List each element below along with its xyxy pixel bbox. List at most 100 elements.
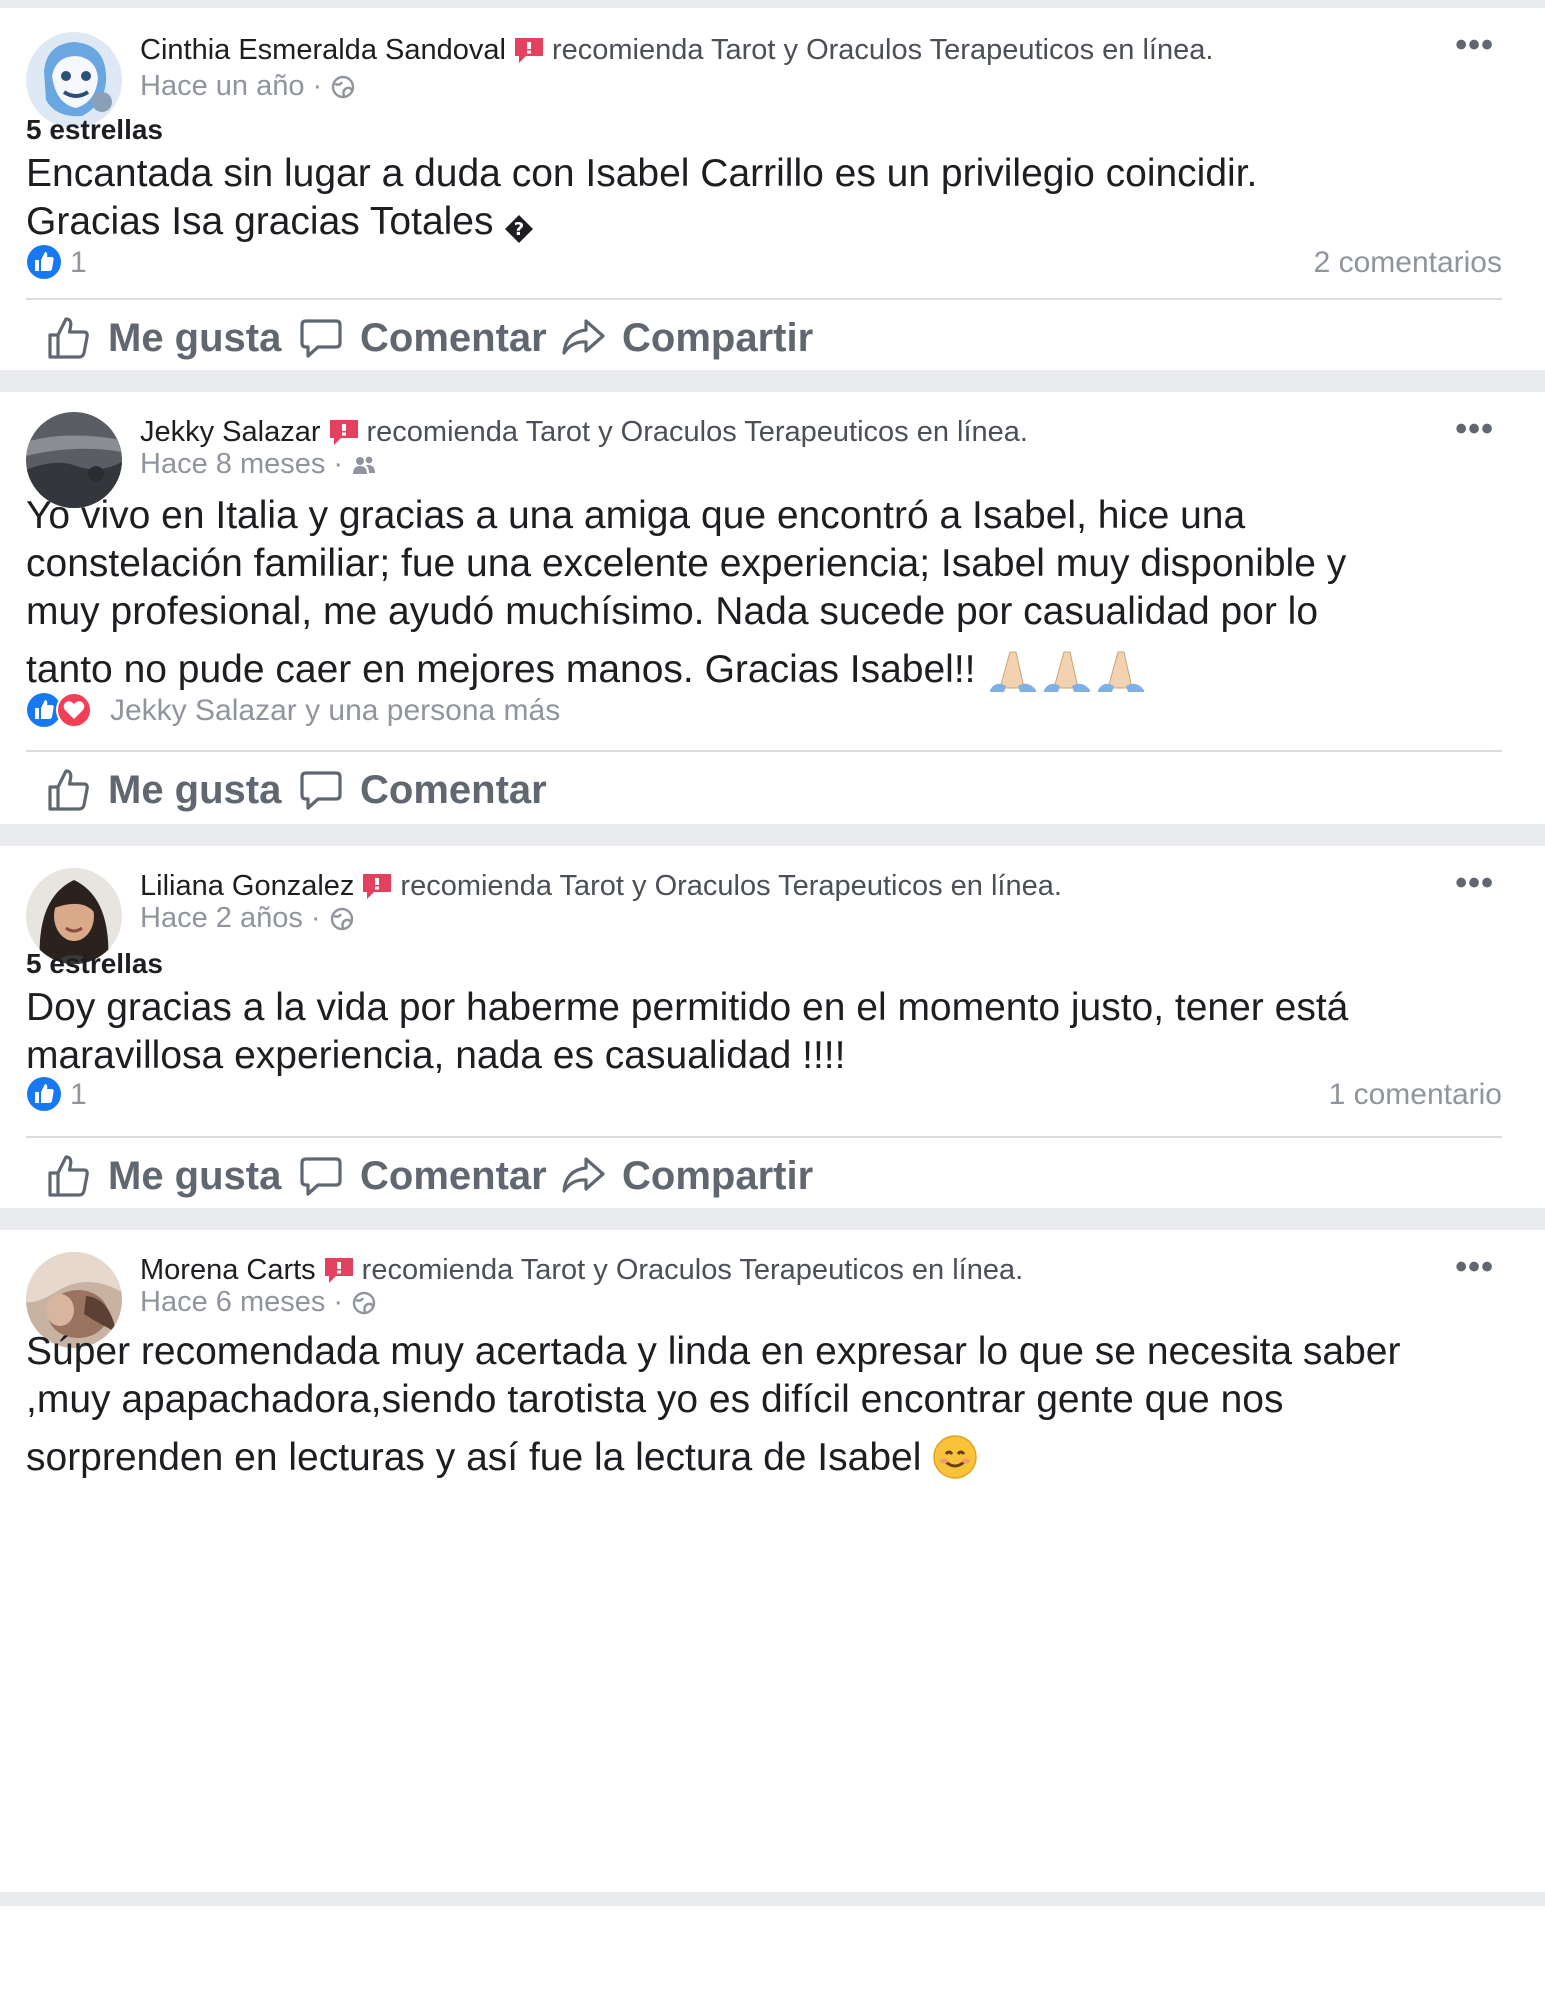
post-meta: Hace 8 meses · (140, 448, 377, 481)
post-header: Morena Carts recomienda Tarot y Oraculos … (140, 1254, 1023, 1287)
post-time[interactable]: Hace un año · (140, 70, 322, 102)
post-text-line: Doy gracias a la vida por haberme permit… (26, 986, 1349, 1029)
recommendation-text[interactable]: recomienda Tarot y Oraculos Terapeuticos… (400, 870, 1061, 902)
reaction-count: 1 (70, 1078, 87, 1111)
more-options-icon[interactable]: ••• (1455, 26, 1494, 65)
share-button[interactable]: Compartir (560, 1146, 813, 1206)
recommend-icon (363, 874, 392, 899)
recommendation-text[interactable]: recomienda Tarot y Oraculos Terapeuticos… (362, 1254, 1023, 1286)
post-text-line: Gracias Isa gracias Totales ? (26, 198, 1506, 246)
post-time[interactable]: Hace 2 años · (140, 902, 321, 934)
thumbs-up-icon (48, 1155, 89, 1197)
like-button[interactable]: Me gusta (46, 760, 281, 820)
share-icon (562, 1157, 605, 1193)
comment-button[interactable]: Comentar (298, 308, 547, 368)
reaction-names[interactable]: Jekky Salazar y una persona más (110, 694, 560, 728)
globe-icon (330, 907, 353, 931)
more-options-icon[interactable]: ••• (1455, 864, 1494, 903)
share-button[interactable]: Compartir (560, 308, 813, 368)
post-meta: Hace 6 meses · (140, 1286, 377, 1319)
post-header: Liliana Gonzalez recomienda Tarot y Oracu… (140, 870, 1062, 903)
post-meta: Hace un año · (140, 70, 356, 103)
like-icon (27, 245, 61, 279)
share-icon (562, 319, 605, 355)
action-bar: Me gusta Comentar (26, 760, 1502, 820)
praying-hands-icon (990, 651, 1145, 692)
post-card: Cinthia Esmeralda Sandoval recomienda Tar… (0, 8, 1545, 370)
share-label: Compartir (622, 1153, 814, 1198)
unknown-glyph-icon: ? (505, 215, 534, 243)
action-bar: Me gusta Comentar Compartir (26, 1146, 1502, 1206)
divider (26, 1136, 1502, 1138)
comment-label: Comentar (360, 1153, 547, 1198)
post-card: Morena Carts recomienda Tarot y Oraculos … (0, 1230, 1545, 1892)
like-label: Me gusta (108, 315, 282, 360)
post-time[interactable]: Hace 8 meses · (140, 448, 343, 480)
recommend-icon (329, 420, 358, 445)
reaction-count: 1 (70, 246, 87, 279)
post-text-line: Súper recomendada muy acertada y linda e… (26, 1330, 1401, 1373)
rating-label: 5 estrellas (26, 114, 163, 145)
comment-button[interactable]: Comentar (298, 1146, 547, 1206)
reactions-summary[interactable]: Jekky Salazar y una persona más (26, 692, 1502, 732)
smiling-face-icon (933, 1435, 977, 1479)
rating-label: 5 estrellas (26, 948, 163, 979)
post-text-line: Yo vivo en Italia y gracias a una amiga … (26, 494, 1246, 537)
post-text-line: Encantada sin lugar a duda con Isabel Ca… (26, 152, 1258, 195)
author-name[interactable]: Morena Carts (140, 1254, 316, 1286)
reactions-summary[interactable]: 1 1 comentario (26, 1076, 1502, 1116)
action-bar: Me gusta Comentar Compartir (26, 308, 1502, 368)
post-text: Yo vivo en Italia y gracias a una amiga … (26, 492, 1506, 694)
svg-text:?: ? (514, 219, 524, 240)
post-header: Jekky Salazar recomienda Tarot y Oraculos… (140, 416, 1028, 449)
post-card: Liliana Gonzalez recomienda Tarot y Oracu… (0, 846, 1545, 1208)
recommendation-text[interactable]: recomienda Tarot y Oraculos Terapeuticos… (552, 34, 1213, 66)
comment-label: Comentar (360, 315, 547, 360)
post-text-line: sorprenden en lecturas y así fue la lect… (26, 1434, 1506, 1482)
love-icon (56, 692, 92, 728)
comment-icon (300, 1157, 342, 1196)
reactions-summary[interactable]: 1 2 comentarios (26, 244, 1502, 284)
thumbs-up-icon (48, 769, 89, 811)
more-options-icon[interactable]: ••• (1455, 1248, 1494, 1287)
share-label: Compartir (622, 315, 814, 360)
like-button[interactable]: Me gusta (46, 1146, 281, 1206)
more-options-icon[interactable]: ••• (1455, 410, 1494, 449)
comment-icon (300, 319, 342, 358)
comment-icon (300, 771, 342, 810)
post-text-line: maravillosa experiencia, nada es casuali… (26, 1034, 846, 1077)
like-label: Me gusta (108, 767, 282, 812)
comment-label: Comentar (360, 767, 547, 812)
page-bottom (0, 1906, 1545, 2000)
thumbs-up-icon (48, 317, 89, 359)
recommend-icon (514, 38, 543, 63)
post-card: Jekky Salazar recomienda Tarot y Oraculos… (0, 392, 1545, 824)
post-text: Encantada sin lugar a duda con Isabel Ca… (26, 150, 1506, 246)
comment-button[interactable]: Comentar (298, 760, 547, 820)
post-time[interactable]: Hace 6 meses · (140, 1286, 343, 1318)
divider (26, 298, 1502, 300)
author-name[interactable]: Liliana Gonzalez (140, 870, 354, 902)
post-text-line: ,muy apapachadora,siendo tarotista yo es… (26, 1378, 1284, 1421)
globe-icon (332, 75, 355, 99)
post-text: Doy gracias a la vida por haberme permit… (26, 984, 1506, 1080)
divider (26, 750, 1502, 752)
friends-icon (353, 456, 376, 474)
comments-count[interactable]: 2 comentarios (1314, 246, 1502, 280)
like-button[interactable]: Me gusta (46, 308, 281, 368)
feed: Cinthia Esmeralda Sandoval recomienda Tar… (0, 0, 1545, 1920)
post-text-line: muy profesional, me ayudó muchísimo. Nad… (26, 590, 1319, 633)
globe-icon (352, 1291, 376, 1315)
post-text-line: constelación familiar; fue una excelente… (26, 542, 1347, 585)
post-text: Súper recomendada muy acertada y linda e… (26, 1328, 1506, 1482)
author-name[interactable]: Cinthia Esmeralda Sandoval (140, 34, 506, 66)
post-meta: Hace 2 años · (140, 902, 355, 935)
post-header: Cinthia Esmeralda Sandoval recomienda Tar… (140, 34, 1213, 67)
comments-count[interactable]: 1 comentario (1329, 1078, 1502, 1112)
recommendation-text[interactable]: recomienda Tarot y Oraculos Terapeuticos… (367, 416, 1028, 448)
like-icon (27, 1077, 61, 1111)
author-name[interactable]: Jekky Salazar (140, 416, 321, 448)
post-text-line: tanto no pude caer en mejores manos. Gra… (26, 646, 1506, 694)
like-label: Me gusta (108, 1153, 282, 1198)
recommend-icon (324, 1258, 353, 1283)
